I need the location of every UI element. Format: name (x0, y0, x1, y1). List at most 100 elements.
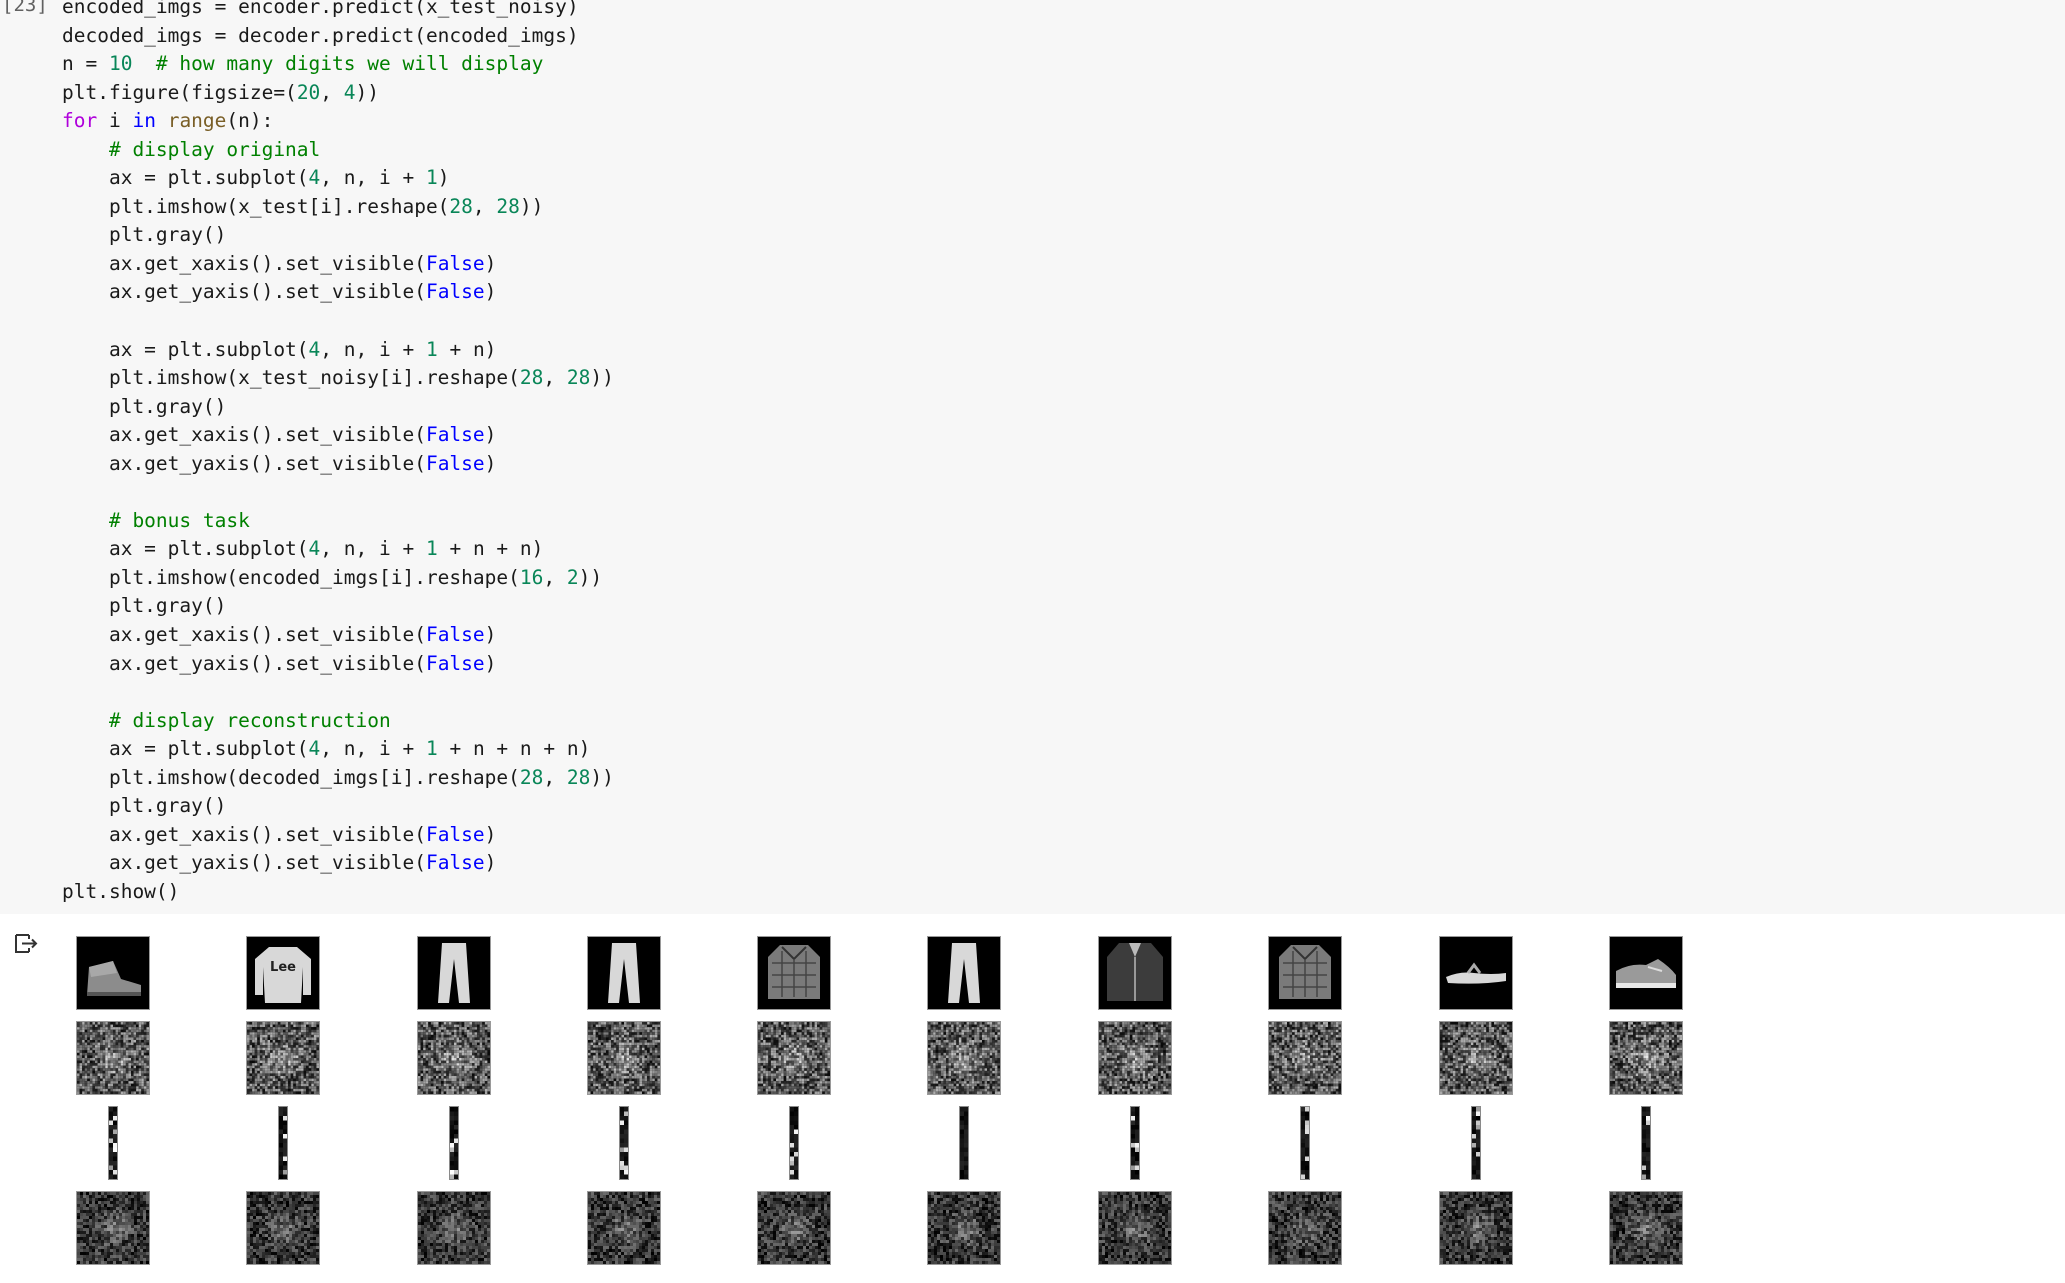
code-token: plt.show() (62, 879, 180, 903)
code-token: , (543, 366, 567, 390)
code-token-num: 4 (343, 80, 356, 104)
code-token: , (472, 194, 497, 218)
code-token: ) (484, 623, 497, 647)
code-token-bi: range (167, 109, 227, 133)
reconstruction-image (927, 1191, 1001, 1265)
code-token: ) (484, 822, 497, 846)
code-token: )) (355, 80, 380, 104)
code-token: ) (484, 451, 497, 475)
code-line: n = 10 # how many digits we will display (62, 50, 614, 79)
code-token: ax = plt.subplot( (62, 166, 309, 190)
code-line: ax = plt.subplot(4, n, i + 1 + n + n + n… (62, 735, 614, 764)
original-image-trousers (417, 936, 491, 1010)
code-token-num: 16 (519, 565, 544, 589)
code-token: plt.figure(figsize=( (62, 80, 297, 104)
original-image-shirt (757, 936, 831, 1010)
code-token: ax.get_xaxis().set_visible( (62, 251, 426, 275)
code-line: ax.get_yaxis().set_visible(False) (62, 278, 614, 307)
code-token: + n) (437, 337, 497, 361)
code-token: ax.get_yaxis().set_visible( (62, 851, 426, 875)
code-editor[interactable]: encoded_imgs = encoder.predict(x_test_no… (62, 0, 614, 907)
code-token: plt.imshow(x_test_noisy[i].reshape( (62, 366, 520, 390)
code-token-num: 10 (108, 52, 133, 76)
code-line: decoded_imgs = decoder.predict(encoded_i… (62, 22, 614, 51)
code-token: n = (62, 52, 109, 76)
code-line: ax = plt.subplot(4, n, i + 1 + n) (62, 336, 614, 365)
code-token-num: 4 (308, 337, 321, 361)
code-line: plt.imshow(x_test[i].reshape(28, 28)) (62, 193, 614, 222)
code-token: ) (484, 423, 497, 447)
code-token: decoded_imgs = decoder.predict(encoded_i… (62, 23, 579, 47)
execution-count: [23] (2, 0, 48, 16)
code-token: ) (484, 280, 497, 304)
code-token: encoded_imgs = encoder.predict(x_test_no… (62, 0, 579, 18)
code-line: plt.figure(figsize=(20, 4)) (62, 79, 614, 108)
code-token-const: False (425, 251, 485, 275)
encoded-image (1641, 1106, 1651, 1180)
code-line: ax.get_yaxis().set_visible(False) (62, 849, 614, 878)
code-token-num: 28 (566, 765, 591, 789)
code-token: ) (437, 166, 450, 190)
code-token-num: 28 (519, 366, 544, 390)
code-token-num: 1 (425, 537, 438, 561)
original-image-trousers (927, 936, 1001, 1010)
code-line: plt.gray() (62, 792, 614, 821)
code-token: i (97, 109, 133, 133)
code-line: ax.get_xaxis().set_visible(False) (62, 421, 614, 450)
original-image-sandal (1439, 936, 1513, 1010)
code-cell[interactable]: [23] encoded_imgs = encoder.predict(x_te… (0, 0, 2065, 914)
original-image-trousers (587, 936, 661, 1010)
code-token-num: 28 (519, 765, 544, 789)
code-token: ax.get_xaxis().set_visible( (62, 822, 426, 846)
code-token-num: 1 (425, 166, 438, 190)
original-image-coat (1098, 936, 1172, 1010)
code-token: ax = plt.subplot( (62, 737, 309, 761)
code-line: for i in range(n): (62, 107, 614, 136)
noisy-image (757, 1021, 831, 1095)
reconstruction-image (587, 1191, 661, 1265)
noisy-image (76, 1021, 150, 1095)
noisy-image (1268, 1021, 1342, 1095)
code-token-const: False (425, 423, 485, 447)
original-image-ankle-boot (76, 936, 150, 1010)
code-token: ax.get_xaxis().set_visible( (62, 423, 426, 447)
noisy-image (1609, 1021, 1683, 1095)
code-line: ax.get_yaxis().set_visible(False) (62, 450, 614, 479)
code-token: plt.gray() (62, 594, 227, 618)
code-token: plt.gray() (62, 223, 227, 247)
code-line: plt.imshow(encoded_imgs[i].reshape(16, 2… (62, 564, 614, 593)
code-token: + n + n) (437, 537, 544, 561)
original-image-sweatshirt: Lee (246, 936, 320, 1010)
code-token: , (543, 765, 567, 789)
encoded-image (449, 1106, 459, 1180)
reconstruction-image (76, 1191, 150, 1265)
code-token-const: False (425, 451, 485, 475)
code-line: plt.gray() (62, 592, 614, 621)
code-line: # bonus task (62, 507, 614, 536)
code-token-num: 2 (566, 565, 579, 589)
encoded-image (1130, 1106, 1140, 1180)
code-token-cm: # bonus task (62, 508, 250, 532)
code-line: # display original (62, 136, 614, 165)
code-token: ax = plt.subplot( (62, 537, 309, 561)
output-area: Lee (0, 914, 2065, 1283)
code-token: + n + n + n) (437, 737, 591, 761)
code-token-num: 28 (449, 194, 473, 218)
noisy-image (417, 1021, 491, 1095)
noisy-image (587, 1021, 661, 1095)
code-line: ax.get_yaxis().set_visible(False) (62, 650, 614, 679)
code-token: , n, i + (320, 337, 426, 361)
code-token-num: 28 (496, 194, 520, 218)
code-token: plt.gray() (62, 394, 227, 418)
reconstruction-image (417, 1191, 491, 1265)
code-token-const: False (425, 280, 485, 304)
code-token: ) (484, 851, 497, 875)
code-token-const: False (425, 822, 485, 846)
code-line: encoded_imgs = encoder.predict(x_test_no… (62, 0, 614, 22)
code-line: ax = plt.subplot(4, n, i + 1 + n + n) (62, 535, 614, 564)
code-line: # display reconstruction (62, 707, 614, 736)
